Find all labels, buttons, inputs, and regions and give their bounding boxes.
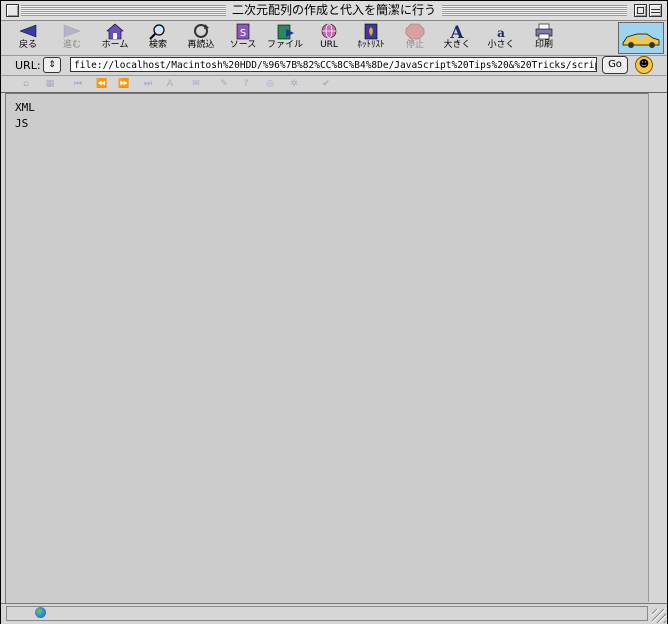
sub-edit-icon[interactable]: ✎ [217,77,231,91]
vertical-scrollbar[interactable] [648,93,667,602]
reload-button[interactable]: 再読込 [183,23,219,51]
sub-first-icon[interactable]: ⏮ [71,77,85,91]
sub-grid-icon[interactable]: ▦ [43,77,57,91]
sub-next-icon[interactable]: ⏩ [117,77,131,91]
up-down-arrows-icon: ⇕ [48,60,56,70]
print-icon [534,23,554,40]
back-button[interactable]: 戻る [13,23,43,51]
go-button[interactable]: Go [602,56,628,74]
status-field [6,606,648,621]
larger-text-icon: A [447,23,467,43]
hotlist-icon [361,23,381,40]
sub-help-icon[interactable]: ? [239,77,253,91]
home-button[interactable]: ホーム [97,23,133,51]
title-bar[interactable]: 二次元配列の作成と代入を簡潔に行う [1,1,667,21]
svg-text:S: S [240,28,246,39]
back-arrow-icon [18,23,38,40]
url-button[interactable]: URL [315,23,343,51]
window-title: 二次元配列の作成と代入を簡潔に行う [225,3,443,18]
content-line-js: JS [15,117,29,130]
reload-icon [191,23,211,40]
car-logo-icon [622,33,660,48]
resize-grip[interactable] [652,609,666,623]
svg-text:A: A [449,23,464,40]
smaller-text-icon: a [491,23,511,40]
url-label: URL: [15,59,41,72]
sub-last-icon[interactable]: ⏭ [141,77,155,91]
search-icon [148,23,168,40]
address-bar: URL: ⇕ file://localhost/Macintosh%20HDD/… [1,56,667,76]
home-icon [105,23,125,40]
content-line-xml: XML [15,101,35,114]
close-box[interactable] [6,4,19,17]
sub-settings-icon[interactable]: ✲ [287,77,301,91]
status-bar [1,603,667,624]
sub-globe-icon[interactable]: ◎ [263,77,277,91]
print-button[interactable]: 印刷 [529,23,559,51]
secondary-toolbar: ⌂ ▦ ⏮ ⏪ ⏩ ⏭ A ✉ ✎ ? ◎ ✲ ✔ [1,76,667,93]
zoom-box[interactable] [634,4,647,17]
browser-logo[interactable] [618,22,664,54]
forward-arrow-icon [62,23,82,40]
file-icon [275,23,295,40]
svg-text:a: a [497,26,505,40]
navigation-toolbar: 戻る 進む ホーム 検索 再読込 S ソース ファイル URL ﾎｯﾄﾘｽﾄ 停… [1,21,667,56]
larger-text-button[interactable]: A 大きく [441,23,473,51]
globe-icon [35,607,46,618]
forward-button[interactable]: 進む [57,23,87,51]
sub-font-icon[interactable]: A [163,77,177,91]
search-button[interactable]: 検索 [143,23,173,51]
sub-mail-icon[interactable]: ✉ [189,77,203,91]
sub-check-icon[interactable]: ✔ [319,77,333,91]
page-content: XML JS [5,93,648,603]
browser-window: 二次元配列の作成と代入を簡潔に行う 戻る 進む ホーム 検索 再読込 S ソース [0,0,668,624]
source-icon: S [233,23,253,40]
sub-home-icon[interactable]: ⌂ [19,77,33,91]
stop-icon [405,23,425,40]
url-input[interactable]: file://localhost/Macintosh%20HDD/%96%7B%… [70,57,597,72]
source-button[interactable]: S ソース [227,23,259,51]
sub-prev-icon[interactable]: ⏪ [95,77,109,91]
collapse-box[interactable] [649,4,662,17]
hotlist-button[interactable]: ﾎｯﾄﾘｽﾄ [353,23,389,51]
smaller-text-button[interactable]: a 小さく [485,23,517,51]
url-globe-icon [319,23,339,40]
file-button[interactable]: ファイル [265,23,305,51]
url-history-popup[interactable]: ⇕ [43,57,61,73]
smiley-icon[interactable]: ☻ [635,56,653,74]
stop-button[interactable]: 停止 [401,23,429,51]
